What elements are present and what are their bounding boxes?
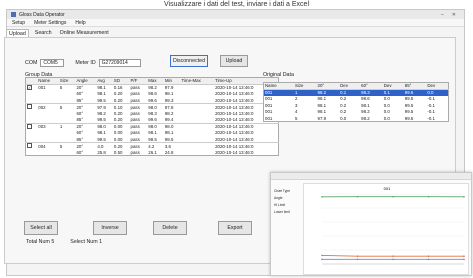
title-bar: Gloss Data Operator – ✕ [7, 10, 464, 19]
data-point [357, 196, 359, 198]
group-checkbox[interactable] [27, 104, 32, 109]
chart-area: 001 [303, 183, 469, 275]
data-point [463, 255, 465, 257]
table-cell: 0.0 [383, 115, 404, 122]
data-point [428, 255, 430, 257]
select-num-label: Select Num [70, 239, 97, 245]
export-button[interactable]: Export [218, 221, 252, 235]
data-point [392, 255, 394, 257]
data-point [463, 196, 465, 198]
caption: Visualizzare i dati del test, inviare i … [0, 0, 473, 9]
menu-help[interactable]: Help [75, 20, 85, 26]
chart-type-label: Chart Type [274, 189, 303, 193]
app-icon [11, 12, 16, 17]
chart-title: 001 [384, 186, 391, 191]
table-cell: 5 [294, 115, 317, 122]
meter-id-label: Meter ID [75, 60, 95, 66]
com-select[interactable]: COM5 [40, 59, 64, 67]
group-checkbox[interactable] [27, 143, 32, 148]
table-cell: 60° [75, 149, 96, 156]
angle-label: Angle [274, 196, 303, 200]
data-point [463, 259, 465, 261]
close-icon[interactable]: ✕ [452, 12, 456, 18]
data-point [321, 255, 323, 257]
data-point [321, 196, 323, 198]
window-title: Gloss Data Operator [19, 12, 65, 18]
delete-button[interactable]: Delete [153, 221, 187, 235]
com-label: COM [25, 60, 37, 66]
data-point [428, 259, 430, 261]
table-cell: 001 [264, 115, 294, 122]
chart-settings: Chart Type Angle Hi Limit Lower limit [274, 189, 303, 217]
table-cell: pass [130, 149, 148, 156]
table-cell: 26.1 [147, 149, 164, 156]
table-row[interactable]: 001597.90.098.20.099.5-0.1 [264, 115, 449, 122]
table-cell: 2020-10-14 13:46:0 [214, 149, 278, 156]
table-cell: -0.1 [426, 115, 448, 122]
table-cell: 25.8 [96, 149, 113, 156]
table-cell: 0.0 [339, 115, 360, 122]
totals-row: Total Num 5 Select Num 1 [26, 239, 102, 245]
table-cell [59, 149, 76, 156]
group-checkbox[interactable] [27, 124, 32, 129]
chart-popup: Chart Type Angle Hi Limit Lower limit 00… [270, 172, 472, 276]
data-point [321, 259, 323, 261]
table-cell: 97.9 [317, 115, 340, 122]
total-num-value: 5 [51, 239, 54, 245]
data-point [392, 259, 394, 261]
inverse-button[interactable]: Inverse [93, 221, 127, 235]
table-cell: 98.2 [360, 115, 383, 122]
line-chart: 001 [304, 184, 470, 276]
total-num-label: Total Num [26, 239, 50, 245]
original-data-table: Name Size 20° Dev 60° Dev 85° Dev 001198… [263, 82, 449, 122]
select-all-button[interactable]: Select all [24, 221, 58, 235]
lower-limit-label: Lower limit [274, 210, 303, 214]
data-point [428, 196, 430, 198]
data-point [392, 196, 394, 198]
minimize-icon[interactable]: – [441, 12, 444, 18]
table-row[interactable]: 60°25.80.50pass26.124.8 2020-10-14 13:46:… [26, 149, 279, 156]
connection-row: COM COM5 Meter ID G27209014 [25, 59, 141, 67]
table-cell: 0.50 [113, 149, 130, 156]
data-point [357, 255, 359, 257]
group-checkbox[interactable]: ✓ [27, 85, 32, 90]
menu-setup[interactable]: Setup [12, 20, 25, 26]
table-cell: 24.8 [164, 149, 181, 156]
table-cell [180, 149, 214, 156]
meter-id-field[interactable]: G27209014 [99, 59, 141, 67]
group-data-table: Name Size Angle Avg SD P/F Max Min Time-… [25, 77, 279, 156]
window-controls: – ✕ [441, 12, 464, 18]
upload-button[interactable]: Upload [220, 55, 248, 67]
data-point [357, 259, 359, 261]
disconnect-button[interactable]: Disconnected [170, 55, 208, 67]
table-cell [37, 149, 59, 156]
menu-bar: Setup Meter Settings Help [7, 19, 464, 27]
popup-title-bar [271, 173, 471, 180]
select-num-value: 1 [99, 239, 102, 245]
hi-limit-label: Hi Limit [274, 203, 303, 207]
table-cell: 99.5 [404, 115, 427, 122]
menu-meter-settings[interactable]: Meter Settings [34, 20, 66, 26]
